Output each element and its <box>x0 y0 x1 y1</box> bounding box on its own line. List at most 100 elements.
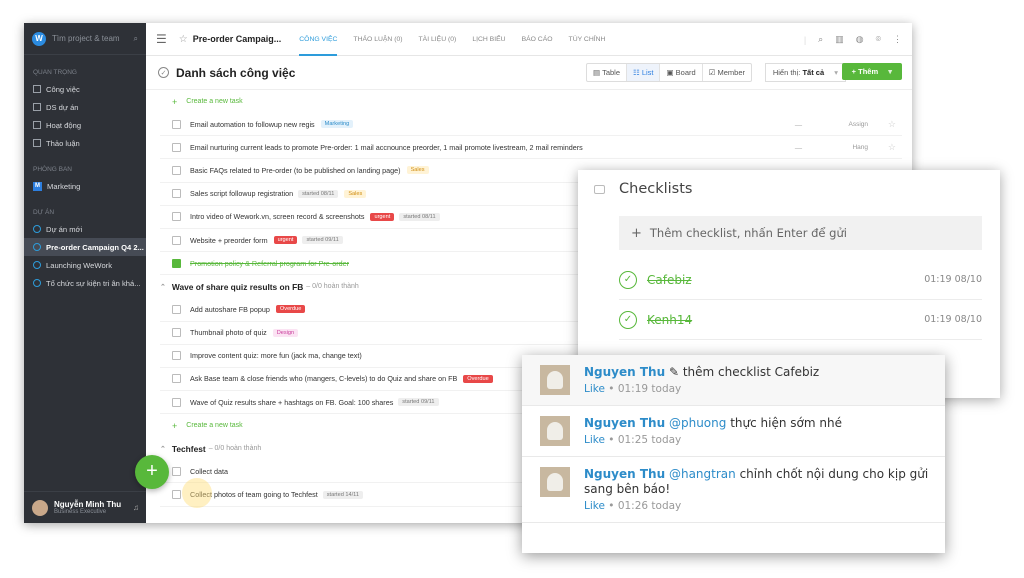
sidebar-item[interactable]: Hoạt động <box>24 116 146 134</box>
task-title[interactable]: Intro video of Wework.vn, screen record … <box>190 212 364 221</box>
chevron-down-icon[interactable]: ▾ <box>888 67 892 76</box>
star-icon[interactable]: ☆ <box>888 119 896 130</box>
view-board[interactable]: ▣ Board <box>660 64 703 81</box>
sidebar-item[interactable]: Pre-order Campaign Q4 2... <box>24 238 146 256</box>
task-checkbox[interactable] <box>172 189 181 199</box>
task-title[interactable]: Email nurturing current leads to promote… <box>190 143 583 152</box>
floating-add-button[interactable]: + <box>135 455 169 489</box>
checklist-item[interactable]: ✓ Kenh14 01:19 08/10 <box>619 300 982 340</box>
project-search-input[interactable]: Tìm project & team <box>52 34 134 43</box>
table-row[interactable]: Email automation to followup new regis Ma… <box>160 113 902 137</box>
star-icon[interactable]: ☆ <box>888 142 896 153</box>
tab[interactable]: TÙY CHỈNH <box>569 23 606 56</box>
check-circle-icon[interactable]: ✓ <box>619 310 637 329</box>
avatar[interactable] <box>540 416 570 446</box>
more-vertical-icon[interactable]: ⋮ <box>893 34 902 45</box>
assignee[interactable]: Hang <box>852 144 868 151</box>
task-checkbox[interactable] <box>172 165 181 175</box>
task-checkbox[interactable] <box>172 328 181 338</box>
menu-icon[interactable]: ☰ <box>156 32 167 46</box>
assignee[interactable]: Assign <box>848 121 868 128</box>
comment-mention[interactable]: @phuong <box>669 416 726 430</box>
checklist-icon <box>594 184 605 194</box>
task-title[interactable]: Wave of Quiz results share + hashtags on… <box>190 398 393 407</box>
app-logo[interactable]: W <box>32 31 46 46</box>
add-button[interactable]: + Thêm ▾ <box>841 63 902 80</box>
view-member[interactable]: ☑ Member <box>703 64 751 81</box>
create-task-button[interactable]: + Create a new task <box>160 90 902 113</box>
tag-badge: Sales <box>344 189 367 198</box>
user-profile[interactable]: Nguyễn Minh Thu Business Executive ♫ <box>24 491 146 523</box>
tab[interactable]: THẢO LUẬN (0) <box>353 23 402 56</box>
favorite-star-icon[interactable]: ☆ <box>179 34 188 45</box>
comment-author[interactable]: Nguyen Thu <box>584 467 665 481</box>
sidebar-item[interactable]: Launching WeWork <box>24 256 146 274</box>
location-pin-icon[interactable]: ⌾ <box>876 34 881 45</box>
like-button[interactable]: Like <box>584 383 605 395</box>
task-checkbox[interactable] <box>172 304 181 314</box>
tab[interactable]: LỊCH BIỂU <box>472 23 505 56</box>
task-title[interactable]: Improve content quiz: more fun (jack ma,… <box>190 351 362 360</box>
task-title[interactable]: Sales script followup registration <box>190 189 293 198</box>
chevron-up-icon[interactable]: ⌃ <box>160 445 166 453</box>
like-button[interactable]: Like <box>584 434 605 446</box>
section-title: Wave of share quiz results on FB <box>171 281 304 292</box>
like-button[interactable]: Like <box>584 500 605 512</box>
sidebar-item[interactable]: Dự án mới <box>24 220 146 238</box>
globe-icon[interactable]: ◍ <box>856 34 864 45</box>
comment-body: Nguyen Thu @phuong thực hiện sớm nhé Like… <box>584 416 842 456</box>
task-checkbox[interactable] <box>172 374 181 384</box>
table-row[interactable]: Email nurturing current leads to promote… <box>160 136 902 160</box>
bell-icon[interactable]: ♫ <box>133 503 139 512</box>
sidebar-item[interactable]: Công việc <box>24 80 146 98</box>
comment-text-line: Nguyen Thu ✎ thêm checklist Cafebiz <box>584 365 819 380</box>
task-checkbox[interactable] <box>172 351 181 361</box>
task-checkbox[interactable] <box>172 490 181 500</box>
checklist-items: ✓ Cafebiz 01:19 08/10 ✓ Kenh14 01:19 08/10 <box>578 260 1000 340</box>
cursor-highlight <box>182 478 212 508</box>
task-checkbox[interactable] <box>172 466 181 476</box>
comment-author[interactable]: Nguyen Thu <box>584 416 665 430</box>
task-title[interactable]: Collect data <box>190 467 228 476</box>
task-title[interactable]: Ask Base team & close friends who (mange… <box>190 374 457 383</box>
task-checkbox[interactable] <box>172 119 181 129</box>
comment-author[interactable]: Nguyen Thu <box>584 365 665 379</box>
task-checkbox[interactable] <box>172 235 181 245</box>
comment-mention[interactable]: @hangtran <box>669 467 736 481</box>
avatar[interactable] <box>32 499 48 516</box>
task-checkbox[interactable] <box>172 212 181 222</box>
tab[interactable]: CÔNG VIỆC <box>299 23 338 56</box>
task-checkbox[interactable] <box>172 258 181 268</box>
due-date-placeholder[interactable]: — <box>795 120 802 129</box>
sidebar-item[interactable]: M Marketing <box>24 177 146 195</box>
project-title[interactable]: Pre-order Campaig... <box>193 34 282 44</box>
search-icon[interactable]: ⌕ <box>134 34 138 44</box>
task-title[interactable]: Basic FAQs related to Pre-order (to be p… <box>190 166 401 175</box>
task-title[interactable]: Website + preorder form <box>190 236 268 245</box>
task-title[interactable]: Promotion policy & Referral program for … <box>190 259 349 268</box>
tab[interactable]: TÀI LIỆU (0) <box>419 23 457 56</box>
sidebar-item[interactable]: Thảo luận <box>24 134 146 152</box>
sidebar-item[interactable]: Tổ chức sự kiện tri ân khá... <box>24 274 146 292</box>
checklist-input[interactable]: + Thêm checklist, nhấn Enter để gửi <box>619 216 982 250</box>
search-icon[interactable]: ⌕ <box>818 34 823 45</box>
task-checkbox[interactable] <box>172 397 181 407</box>
avatar[interactable] <box>540 365 570 395</box>
task-checkbox[interactable] <box>172 142 181 152</box>
checklist-item[interactable]: ✓ Cafebiz 01:19 08/10 <box>619 260 982 300</box>
display-filter-select[interactable]: Hiển thị: Tất cả ▾ <box>764 63 846 82</box>
sidebar-item[interactable]: DS dự án <box>24 98 146 116</box>
task-title[interactable]: Thumbnail photo of quiz <box>190 328 267 337</box>
due-date-placeholder[interactable]: — <box>795 143 802 152</box>
task-title[interactable]: Email automation to followup new regis <box>190 120 315 129</box>
view-table[interactable]: ▤ Table <box>587 64 627 81</box>
chevron-up-icon[interactable]: ⌃ <box>160 283 166 291</box>
tab[interactable]: BÁO CÁO <box>522 23 553 56</box>
view-list[interactable]: ☷ List <box>627 64 661 81</box>
avatar[interactable] <box>540 467 570 497</box>
sidebar-item-label: Pre-order Campaign Q4 2... <box>46 242 144 252</box>
chart-icon[interactable]: ▥ <box>835 34 844 45</box>
task-title[interactable]: Add autoshare FB popup <box>190 305 270 314</box>
start-date-badge: started 08/11 <box>298 189 339 198</box>
check-circle-icon[interactable]: ✓ <box>619 270 637 289</box>
